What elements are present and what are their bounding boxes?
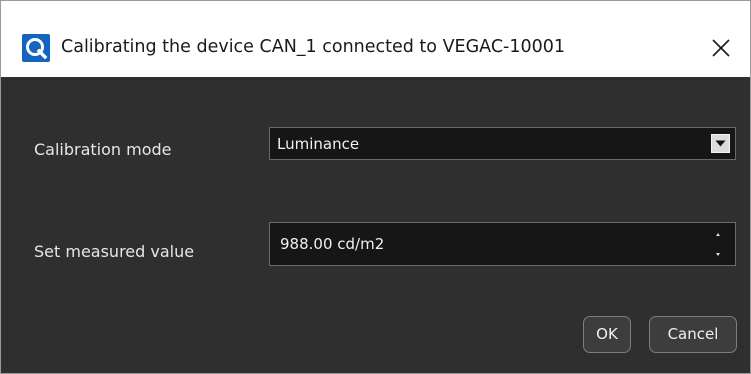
stepper-down-button[interactable] <box>703 244 733 263</box>
stepper-up-button[interactable] <box>703 224 733 243</box>
window-title: Calibrating the device CAN_1 connected t… <box>61 37 566 57</box>
calibration-mode-select[interactable]: Luminance <box>269 127 736 160</box>
title-bar: Calibrating the device CAN_1 connected t… <box>1 1 750 77</box>
close-icon <box>712 39 730 57</box>
app-logo-icon <box>22 34 50 62</box>
dropdown-arrow-button[interactable] <box>711 134 730 153</box>
caret-up-icon <box>716 233 720 236</box>
calibration-mode-value: Luminance <box>277 135 360 153</box>
chevron-down-icon <box>715 140 726 147</box>
ok-button[interactable]: OK <box>583 316 631 353</box>
measured-value-stepper <box>269 222 736 266</box>
cancel-button[interactable]: Cancel <box>649 316 737 353</box>
calibration-dialog: Calibrating the device CAN_1 connected t… <box>0 0 751 374</box>
calibration-mode-label: Calibration mode <box>34 140 172 159</box>
measured-value-input[interactable] <box>270 223 700 265</box>
caret-down-icon <box>716 253 720 256</box>
measured-value-label: Set measured value <box>34 242 195 261</box>
close-button[interactable] <box>707 35 735 61</box>
